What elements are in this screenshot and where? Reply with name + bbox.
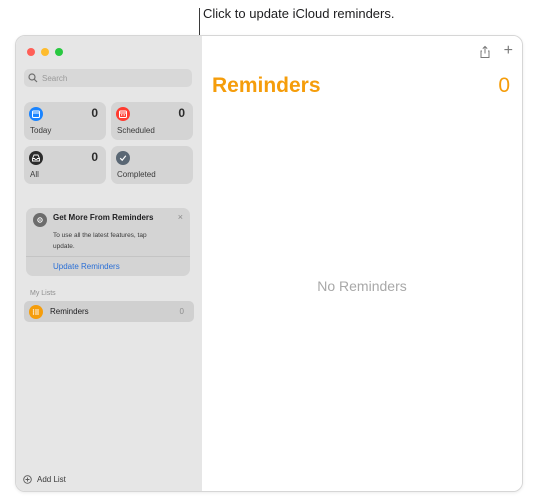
close-window-button[interactable] xyxy=(27,48,35,56)
add-reminder-button[interactable]: + xyxy=(504,43,513,59)
my-lists-header: My Lists xyxy=(30,290,56,297)
all-label: All xyxy=(30,170,39,179)
search-field[interactable]: Search xyxy=(24,69,192,87)
smart-list-today[interactable]: 0 Today xyxy=(24,102,106,140)
smart-list-completed[interactable]: Completed xyxy=(111,146,193,184)
minimize-window-button[interactable] xyxy=(41,48,49,56)
zoom-window-button[interactable] xyxy=(55,48,63,56)
all-count: 0 xyxy=(91,150,98,164)
completed-label: Completed xyxy=(117,170,156,179)
today-count: 0 xyxy=(91,106,98,120)
list-item-count: 0 xyxy=(179,307,184,316)
empty-state-text: No Reminders xyxy=(317,278,407,294)
checkmark-icon xyxy=(116,151,130,165)
plus-circle-icon xyxy=(23,475,32,484)
list-title: Reminders xyxy=(212,74,321,97)
list-bullet-icon xyxy=(29,304,43,319)
calendar-icon xyxy=(29,107,43,121)
promo-divider xyxy=(26,256,190,257)
update-reminders-link[interactable]: Update Reminders xyxy=(53,262,120,271)
callout-text: Click to update iCloud reminders. xyxy=(203,6,395,21)
add-list-button[interactable]: Add List xyxy=(23,475,66,484)
list-item-reminders[interactable]: Reminders 0 xyxy=(24,301,194,322)
search-icon xyxy=(28,73,38,83)
main-pane: + Reminders 0 No Reminders xyxy=(202,36,522,491)
smart-list-scheduled[interactable]: 0 Scheduled xyxy=(111,102,193,140)
list-item-name: Reminders xyxy=(50,307,89,316)
tray-icon xyxy=(29,151,43,165)
close-icon[interactable]: × xyxy=(178,212,183,222)
add-list-label: Add List xyxy=(37,475,66,484)
window-controls xyxy=(27,48,63,56)
share-icon[interactable] xyxy=(478,45,492,59)
calendar-icon xyxy=(116,107,130,121)
update-promo-card: Get More From Reminders × To use all the… xyxy=(26,208,190,276)
smart-list-all[interactable]: 0 All xyxy=(24,146,106,184)
today-label: Today xyxy=(30,126,52,135)
sidebar: Search 0 Today 0 Scheduled 0 All Complet… xyxy=(16,36,202,491)
promo-body: To use all the latest features, tap upda… xyxy=(53,232,147,250)
scheduled-count: 0 xyxy=(178,106,185,120)
scheduled-label: Scheduled xyxy=(117,126,155,135)
promo-title: Get More From Reminders xyxy=(53,213,154,222)
list-total-count: 0 xyxy=(498,74,510,97)
search-placeholder: Search xyxy=(42,73,68,83)
reminders-window: Search 0 Today 0 Scheduled 0 All Complet… xyxy=(15,35,523,492)
reminders-app-icon xyxy=(33,213,47,227)
